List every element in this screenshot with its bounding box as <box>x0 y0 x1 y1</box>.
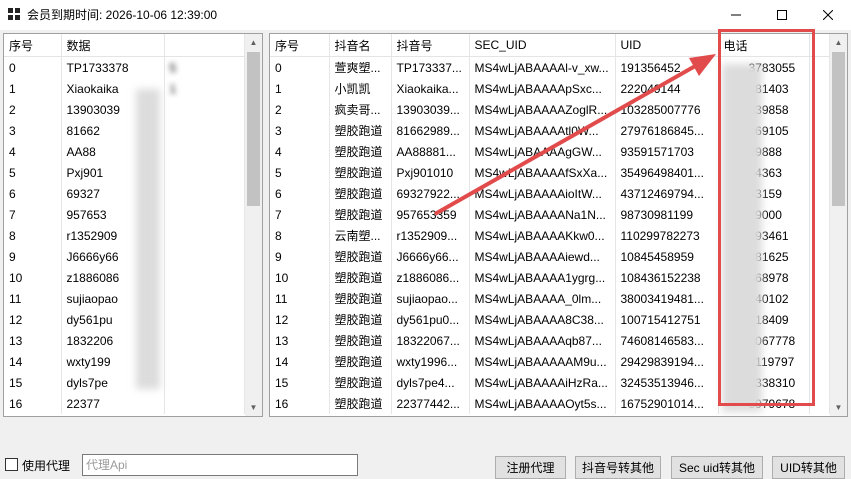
sec-uid-convert-button[interactable]: Sec uid转其他 <box>671 456 763 479</box>
use-proxy-checkbox[interactable] <box>5 458 18 471</box>
use-proxy-label: 使用代理 <box>22 459 71 473</box>
phone-column-highlight <box>718 29 815 406</box>
uid-convert-button[interactable]: UID转其他 <box>772 456 845 479</box>
proxy-api-input[interactable] <box>82 454 358 476</box>
douyin-id-convert-button[interactable]: 抖音号转其他 <box>575 456 661 479</box>
register-proxy-button[interactable]: 注册代理 <box>495 456 566 479</box>
